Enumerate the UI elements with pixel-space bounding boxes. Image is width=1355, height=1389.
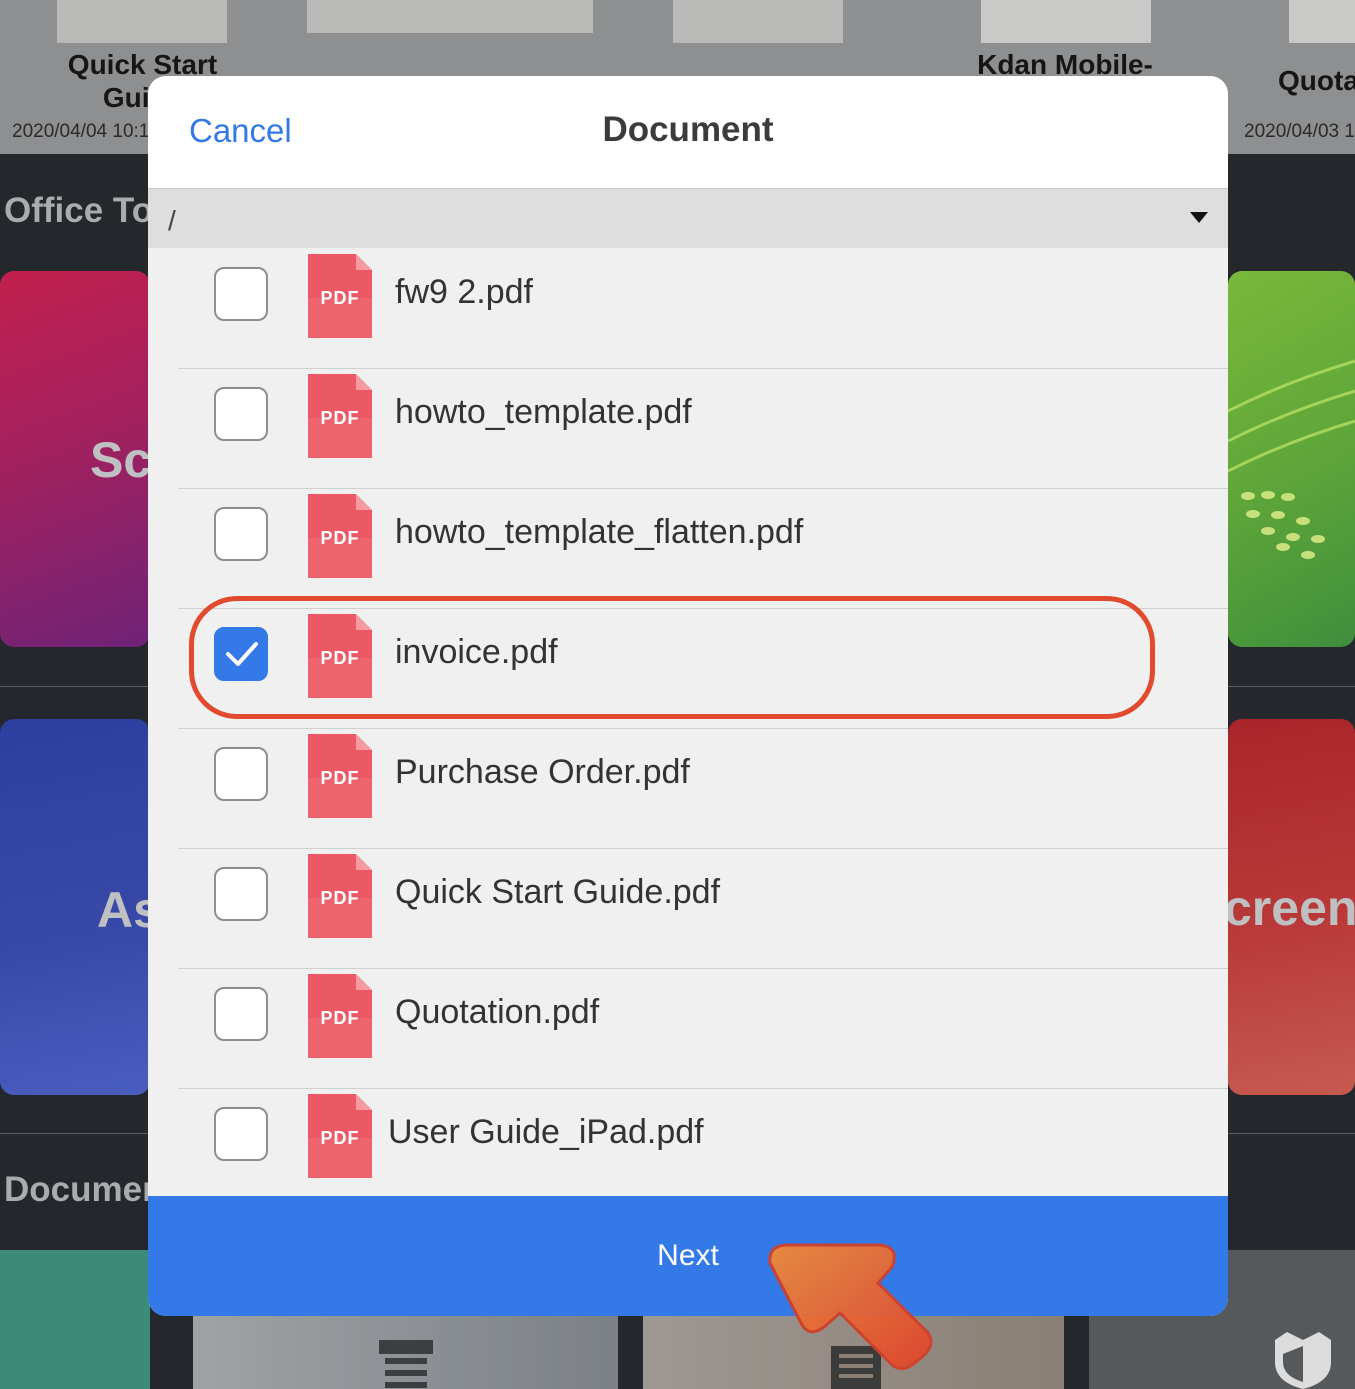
file-name: invoice.pdf bbox=[395, 633, 558, 671]
pdf-icon-label: PDF bbox=[320, 648, 360, 668]
tool-tile[interactable] bbox=[1228, 271, 1355, 647]
file-row[interactable]: PDF Purchase Order.pdf bbox=[178, 728, 1228, 849]
checkmark-icon bbox=[226, 642, 258, 666]
pdf-icon-label: PDF bbox=[320, 1128, 360, 1148]
file-checkbox[interactable] bbox=[214, 867, 268, 921]
file-checkbox[interactable] bbox=[214, 987, 268, 1041]
pdf-icon-label: PDF bbox=[320, 408, 360, 428]
file-name: howto_template_flatten.pdf bbox=[395, 513, 804, 551]
tile-label: As bbox=[97, 882, 150, 938]
file-name: Purchase Order.pdf bbox=[395, 753, 690, 791]
dialog-header: Cancel Document bbox=[148, 76, 1228, 189]
file-row[interactable]: PDF User Guide_iPad.pdf bbox=[178, 1088, 1228, 1208]
file-row[interactable]: PDF howto_template.pdf bbox=[178, 368, 1228, 489]
file-checkbox[interactable] bbox=[214, 1107, 268, 1161]
document-icon bbox=[379, 1340, 433, 1388]
recent-thumbnail[interactable] bbox=[673, 0, 843, 43]
file-checkbox[interactable] bbox=[214, 747, 268, 801]
tool-tile[interactable]: Sc bbox=[0, 271, 150, 647]
file-row-selected[interactable]: PDF invoice.pdf bbox=[178, 608, 1228, 729]
file-name: Quick Start Guide.pdf bbox=[395, 873, 721, 911]
tile-label: Sc bbox=[90, 432, 150, 488]
pdf-icon-label: PDF bbox=[320, 768, 360, 788]
file-row[interactable]: PDF Quotation.pdf bbox=[178, 968, 1228, 1089]
tile-label: creen bbox=[1228, 880, 1355, 936]
pdf-file-icon: PDF bbox=[308, 614, 372, 698]
section-title-documents: Documer bbox=[4, 1170, 156, 1209]
document-picker-dialog: Cancel Document / PDF fw9 2.pdf PDF howt… bbox=[148, 76, 1228, 1316]
pdf-file-icon: PDF bbox=[308, 974, 372, 1058]
recent-thumbnail[interactable] bbox=[1289, 0, 1355, 43]
file-row[interactable]: PDF fw9 2.pdf bbox=[178, 248, 1228, 369]
pdf-icon-label: PDF bbox=[320, 528, 360, 548]
file-name: User Guide_iPad.pdf bbox=[388, 1113, 704, 1151]
folder-path-dropdown[interactable]: / bbox=[148, 189, 1228, 248]
recent-thumbnail[interactable] bbox=[307, 0, 593, 33]
file-name: fw9 2.pdf bbox=[395, 273, 533, 311]
document-tool-card[interactable] bbox=[193, 1316, 618, 1389]
file-row[interactable]: PDF Quick Start Guide.pdf bbox=[178, 848, 1228, 969]
next-button[interactable]: Next bbox=[148, 1196, 1228, 1316]
pdf-file-icon: PDF bbox=[308, 494, 372, 578]
tool-tile[interactable]: As bbox=[0, 719, 150, 1095]
pdf-file-icon: PDF bbox=[308, 374, 372, 458]
file-checkbox[interactable] bbox=[214, 267, 268, 321]
shield-icon bbox=[1275, 1332, 1331, 1389]
file-list: PDF fw9 2.pdf PDF howto_template.pdf PDF… bbox=[148, 248, 1228, 1196]
file-name: Quotation.pdf bbox=[395, 993, 600, 1031]
recent-date: 2020/04/03 1 bbox=[1244, 121, 1355, 142]
folder-path: / bbox=[168, 205, 176, 236]
pdf-icon-label: PDF bbox=[320, 1008, 360, 1028]
pdf-icon-label: PDF bbox=[320, 288, 360, 308]
tool-tile[interactable]: creen bbox=[1228, 719, 1355, 1095]
pdf-file-icon: PDF bbox=[308, 254, 372, 338]
dropdown-triangle-icon bbox=[1190, 212, 1208, 223]
recent-thumbnail[interactable] bbox=[57, 0, 227, 43]
document-tool-card[interactable] bbox=[0, 1250, 150, 1389]
file-row[interactable]: PDF howto_template_flatten.pdf bbox=[178, 488, 1228, 609]
section-title-office-tools: Office To bbox=[4, 191, 154, 230]
dialog-title: Document bbox=[602, 110, 774, 149]
file-checkbox[interactable] bbox=[214, 387, 268, 441]
file-name: howto_template.pdf bbox=[395, 393, 692, 431]
pdf-file-icon: PDF bbox=[308, 854, 372, 938]
pdf-file-icon: PDF bbox=[308, 1094, 372, 1178]
clipboard-icon bbox=[831, 1346, 881, 1389]
tile-pattern-icon bbox=[1228, 359, 1355, 559]
recent-title: Quota bbox=[1278, 65, 1355, 96]
file-checkbox-checked[interactable] bbox=[214, 627, 268, 681]
recent-date: 2020/04/04 10:1 bbox=[12, 121, 150, 142]
recent-thumbnail[interactable] bbox=[981, 0, 1151, 43]
pdf-icon-label: PDF bbox=[320, 888, 360, 908]
pdf-file-icon: PDF bbox=[308, 734, 372, 818]
file-checkbox[interactable] bbox=[214, 507, 268, 561]
document-tool-card[interactable] bbox=[643, 1316, 1064, 1389]
